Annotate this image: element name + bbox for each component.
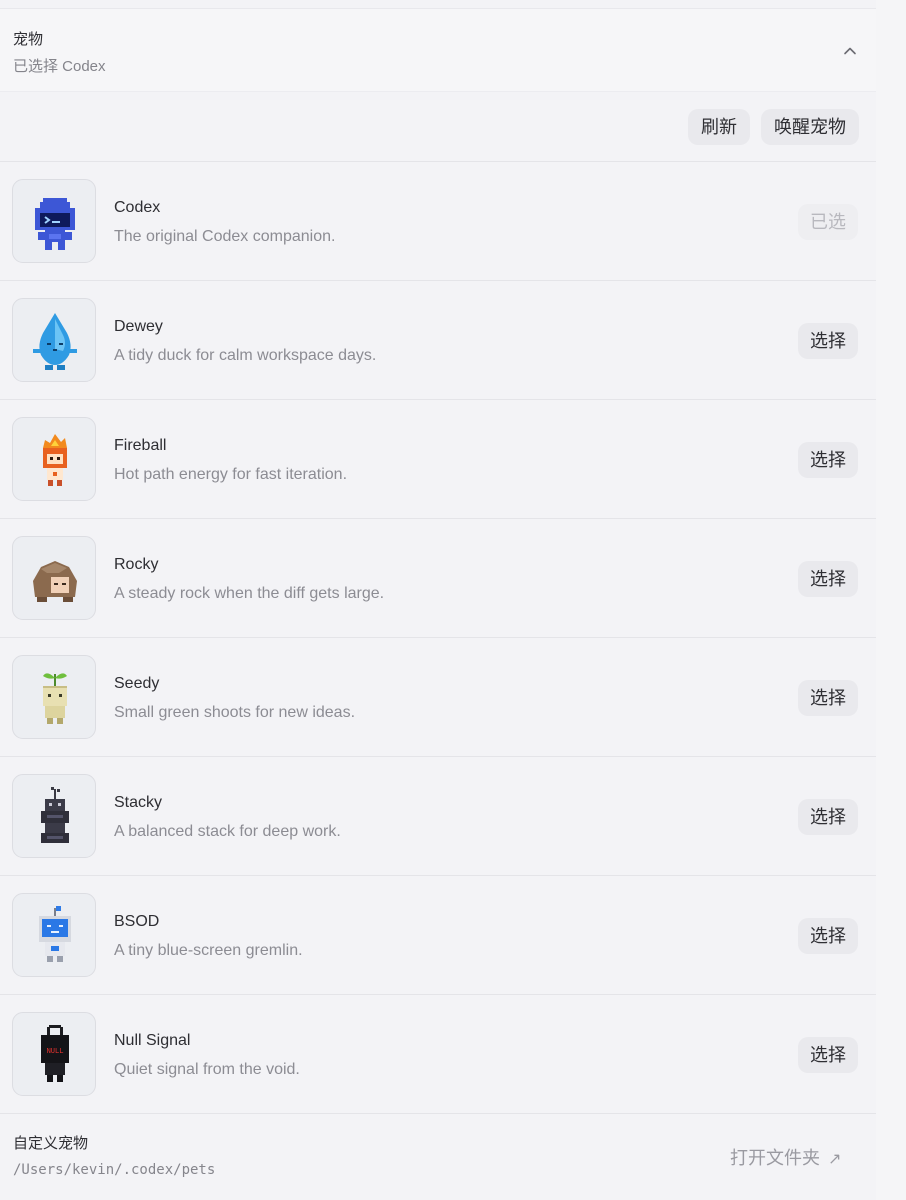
- open-folder-label: 打开文件夹: [730, 1148, 820, 1168]
- select-pet-button[interactable]: 选择: [798, 918, 858, 954]
- chevron-up-icon[interactable]: [842, 43, 858, 59]
- pets-toolbar: 刷新 唤醒宠物: [0, 92, 876, 162]
- pet-avatar: NULL: [12, 1012, 96, 1096]
- sprout-icon: [43, 673, 67, 724]
- custom-pets-path: /Users/kevin/.codex/pets: [13, 1162, 216, 1178]
- fireball-icon: [43, 434, 67, 486]
- pets-section-header[interactable]: 宠物 已选择 Codex: [0, 8, 876, 92]
- pet-avatar: [12, 179, 96, 263]
- pet-row-bsod: BSOD A tiny blue-screen gremlin. 选择: [0, 876, 876, 995]
- pet-avatar: [12, 774, 96, 858]
- pet-row-dewey: Dewey A tidy duck for calm workspace day…: [0, 281, 876, 400]
- pet-description: Quiet signal from the void.: [114, 1061, 300, 1078]
- pet-avatar: [12, 536, 96, 620]
- pet-name: Fireball: [114, 437, 167, 454]
- custom-pets-section: 自定义宠物 /Users/kevin/.codex/pets 打开文件夹 ↗: [0, 1114, 876, 1200]
- pet-row-codex: Codex The original Codex companion. 已选: [0, 162, 876, 281]
- pet-name: Codex: [114, 199, 161, 216]
- select-pet-button[interactable]: 选择: [798, 1037, 858, 1073]
- pet-avatar: [12, 655, 96, 739]
- rock-icon: [33, 561, 77, 602]
- select-pet-button[interactable]: 选择: [798, 799, 858, 835]
- select-pet-button[interactable]: 选择: [798, 442, 858, 478]
- section-title: 宠物: [13, 31, 44, 48]
- pet-description: A tidy duck for calm workspace days.: [114, 347, 377, 364]
- pet-row-stacky: Stacky A balanced stack for deep work. 选…: [0, 757, 876, 876]
- water-drop-icon: [33, 313, 77, 370]
- select-pet-button[interactable]: 选择: [798, 561, 858, 597]
- pet-avatar: [12, 893, 96, 977]
- pet-name: Dewey: [114, 318, 163, 335]
- pet-name: Rocky: [114, 556, 159, 573]
- wake-pet-button[interactable]: 唤醒宠物: [761, 109, 859, 145]
- pets-settings-panel: 宠物 已选择 Codex 刷新 唤醒宠物 Codex The original …: [0, 0, 877, 1200]
- null-signal-icon: NULL: [41, 1025, 69, 1082]
- external-arrow-icon: ↗: [828, 1151, 842, 1168]
- select-pet-button[interactable]: 选择: [798, 323, 858, 359]
- pet-description: Hot path energy for fast iteration.: [114, 466, 348, 483]
- select-pet-button[interactable]: 选择: [798, 680, 858, 716]
- pet-name: Null Signal: [114, 1032, 191, 1049]
- pet-description: Small green shoots for new ideas.: [114, 704, 356, 721]
- pet-avatar: [12, 298, 96, 382]
- pet-name: Stacky: [114, 794, 163, 811]
- stack-icon: [41, 787, 69, 843]
- pet-row-rocky: Rocky A steady rock when the diff gets l…: [0, 519, 876, 638]
- pet-row-seedy: Seedy Small green shoots for new ideas. …: [0, 638, 876, 757]
- refresh-button[interactable]: 刷新: [688, 109, 750, 145]
- selected-button: 已选: [798, 204, 858, 240]
- pet-name: BSOD: [114, 913, 160, 930]
- pet-name: Seedy: [114, 675, 160, 692]
- codex-robot-icon: [35, 198, 75, 250]
- monitor-robot-icon: [39, 906, 71, 962]
- custom-pets-title: 自定义宠物: [13, 1135, 89, 1152]
- open-folder-button[interactable]: 打开文件夹 ↗: [730, 1144, 841, 1170]
- pet-row-fireball: Fireball Hot path energy for fast iterat…: [0, 400, 876, 519]
- scroll-gutter: [876, 0, 906, 1200]
- pet-description: A balanced stack for deep work.: [114, 823, 341, 840]
- pet-description: The original Codex companion.: [114, 228, 336, 245]
- pet-description: A tiny blue-screen gremlin.: [114, 942, 303, 959]
- pet-description: A steady rock when the diff gets large.: [114, 585, 385, 602]
- selected-pet-summary: 已选择 Codex: [13, 58, 106, 75]
- pet-avatar: [12, 417, 96, 501]
- pet-row-null-signal: NULL Null Signal Quiet signal from the v…: [0, 995, 876, 1114]
- null-badge-text: NULL: [47, 1047, 64, 1055]
